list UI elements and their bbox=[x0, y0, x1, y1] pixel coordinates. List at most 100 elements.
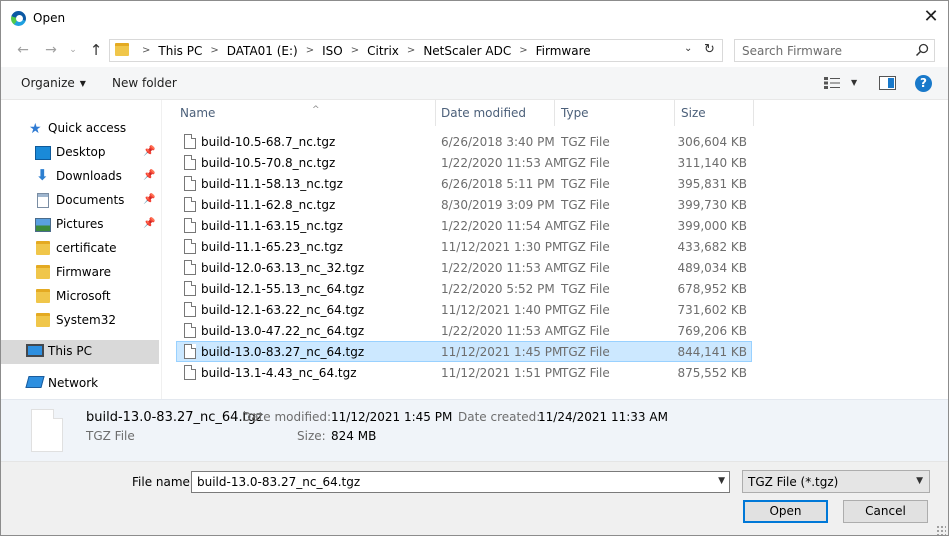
sidebar-item-microsoft[interactable]: Microsoft bbox=[1, 285, 159, 309]
address-bar[interactable]: > This PC > DATA01 (E:) > ISO > Citrix >… bbox=[109, 39, 723, 62]
preview-pane-icon[interactable] bbox=[879, 76, 896, 90]
navigation-pane: ★ Quick access Desktop 📌 ⬇ Downloads 📌 D… bbox=[1, 100, 161, 399]
file-icon bbox=[184, 302, 196, 317]
chevron-down-icon[interactable]: ⌄ bbox=[684, 43, 692, 54]
file-date-modified: 1/22/2020 5:52 PM bbox=[441, 282, 555, 296]
file-type: TGZ File bbox=[561, 282, 610, 296]
star-icon: ★ bbox=[29, 121, 42, 137]
breadcrumb: > This PC > DATA01 (E:) > ISO > Citrix >… bbox=[134, 42, 591, 59]
sidebar-item-this-pc[interactable]: This PC bbox=[1, 340, 159, 364]
file-name: build-13.1-4.43_nc_64.tgz bbox=[201, 366, 357, 380]
details-created-value: 11/24/2021 11:33 AM bbox=[538, 410, 668, 424]
file-type: TGZ File bbox=[561, 324, 610, 338]
file-size: 769,206 KB bbox=[677, 324, 747, 338]
help-icon[interactable]: ? bbox=[915, 75, 932, 92]
open-dialog: Open ✕ ← → ⌄ ↑ > This PC > DATA01 (E:) >… bbox=[0, 0, 949, 536]
file-large-icon bbox=[31, 409, 63, 452]
file-type-value: TGZ File (*.tgz) bbox=[748, 475, 839, 489]
file-name: build-11.1-63.15_nc.tgz bbox=[201, 219, 343, 233]
chevron-right-icon[interactable]: > bbox=[351, 45, 359, 56]
up-icon[interactable]: ↑ bbox=[87, 41, 105, 59]
view-options-icon[interactable] bbox=[824, 77, 840, 89]
file-type: TGZ File bbox=[561, 156, 610, 170]
pictures-icon bbox=[35, 218, 51, 232]
chevron-right-icon[interactable]: > bbox=[407, 45, 415, 56]
cancel-button[interactable]: Cancel bbox=[843, 500, 928, 523]
chevron-down-icon[interactable]: ▼ bbox=[718, 476, 725, 486]
file-row[interactable]: build-12.1-55.13_nc_64.tgz 1/22/2020 5:5… bbox=[176, 278, 752, 299]
column-header-label: Name bbox=[180, 106, 216, 120]
file-row[interactable]: build-13.0-47.22_nc_64.tgz 1/22/2020 11:… bbox=[176, 320, 752, 341]
file-type-select[interactable]: TGZ File (*.tgz) ▼ bbox=[742, 470, 930, 493]
desktop-icon bbox=[35, 146, 51, 160]
file-name: build-11.1-62.8_nc.tgz bbox=[201, 198, 336, 212]
file-row[interactable]: build-12.0-63.13_nc_32.tgz 1/22/2020 11:… bbox=[176, 257, 752, 278]
sidebar-item-documents[interactable]: Documents 📌 bbox=[1, 189, 159, 213]
pin-icon[interactable]: 📌 bbox=[143, 146, 155, 157]
back-icon[interactable]: ← bbox=[14, 41, 32, 59]
file-row[interactable]: build-12.1-63.22_nc_64.tgz 11/12/2021 1:… bbox=[176, 299, 752, 320]
chevron-right-icon: > bbox=[142, 45, 151, 56]
new-folder-button[interactable]: New folder bbox=[112, 76, 177, 90]
column-divider[interactable] bbox=[753, 100, 754, 126]
chevron-right-icon[interactable]: > bbox=[306, 45, 314, 56]
sidebar-item-label: System32 bbox=[56, 313, 117, 327]
this-pc-icon bbox=[26, 344, 44, 357]
file-size: 399,730 KB bbox=[677, 198, 747, 212]
column-header-size[interactable]: Size bbox=[675, 100, 753, 126]
file-type: TGZ File bbox=[561, 261, 610, 275]
file-name-input[interactable]: build-13.0-83.27_nc_64.tgz ▼ bbox=[191, 471, 730, 493]
column-header-name[interactable]: Name ^ bbox=[174, 100, 435, 126]
column-header-type[interactable]: Type bbox=[555, 100, 674, 126]
details-modified-label: Date modified: bbox=[242, 410, 332, 424]
file-row[interactable]: build-10.5-68.7_nc.tgz 6/26/2018 3:40 PM… bbox=[176, 131, 752, 152]
chevron-down-icon: ▼ bbox=[79, 79, 86, 88]
breadcrumb-this-pc[interactable]: This PC bbox=[158, 44, 202, 58]
file-name: build-13.0-83.27_nc_64.tgz bbox=[201, 345, 365, 359]
file-row[interactable]: build-11.1-62.8_nc.tgz 8/30/2019 3:09 PM… bbox=[176, 194, 752, 215]
forward-icon[interactable]: → bbox=[42, 41, 60, 59]
file-icon bbox=[184, 281, 196, 296]
breadcrumb-citrix[interactable]: Citrix bbox=[367, 44, 399, 58]
sidebar-item-label: Desktop bbox=[56, 145, 106, 159]
open-button[interactable]: Open bbox=[743, 500, 828, 523]
downloads-icon: ⬇ bbox=[36, 166, 49, 184]
pin-icon[interactable]: 📌 bbox=[143, 218, 155, 229]
sidebar-item-quick-access[interactable]: ★ Quick access bbox=[1, 117, 159, 141]
file-row[interactable]: build-11.1-63.15_nc.tgz 1/22/2020 11:54 … bbox=[176, 215, 752, 236]
file-row[interactable]: build-11.1-58.13_nc.tgz 6/26/2018 5:11 P… bbox=[176, 173, 752, 194]
breadcrumb-data01[interactable]: DATA01 (E:) bbox=[227, 44, 298, 58]
sidebar-item-downloads[interactable]: ⬇ Downloads 📌 bbox=[1, 165, 159, 189]
refresh-icon[interactable]: ↻ bbox=[704, 42, 715, 57]
chevron-right-icon[interactable]: > bbox=[210, 45, 218, 56]
close-icon[interactable]: ✕ bbox=[920, 7, 942, 29]
chevron-right-icon[interactable]: > bbox=[519, 45, 527, 56]
search-input[interactable]: Search Firmware bbox=[734, 39, 935, 62]
sidebar-item-pictures[interactable]: Pictures 📌 bbox=[1, 213, 159, 237]
file-name: build-10.5-70.8_nc.tgz bbox=[201, 156, 336, 170]
file-icon bbox=[184, 239, 196, 254]
folder-icon bbox=[36, 313, 50, 327]
file-row[interactable]: build-11.1-65.23_nc.tgz 11/12/2021 1:30 … bbox=[176, 236, 752, 257]
chevron-down-icon[interactable]: ▼ bbox=[851, 78, 857, 87]
sidebar-item-system32[interactable]: System32 bbox=[1, 309, 159, 333]
file-row[interactable]: build-13.1-4.43_nc_64.tgz 11/12/2021 1:5… bbox=[176, 362, 752, 383]
folder-icon bbox=[36, 289, 50, 303]
resize-grip-icon[interactable] bbox=[936, 525, 946, 535]
pin-icon[interactable]: 📌 bbox=[143, 194, 155, 205]
sidebar-item-desktop[interactable]: Desktop 📌 bbox=[1, 141, 159, 165]
toolbar: Organize ▼ New folder ▼ ? bbox=[1, 67, 948, 100]
sidebar-item-label: Firmware bbox=[56, 265, 111, 279]
breadcrumb-netscaler-adc[interactable]: NetScaler ADC bbox=[423, 44, 511, 58]
file-row[interactable]: build-10.5-70.8_nc.tgz 1/22/2020 11:53 A… bbox=[176, 152, 752, 173]
pin-icon[interactable]: 📌 bbox=[143, 170, 155, 181]
file-row-selected[interactable]: build-13.0-83.27_nc_64.tgz 11/12/2021 1:… bbox=[176, 341, 752, 362]
breadcrumb-iso[interactable]: ISO bbox=[322, 44, 343, 58]
sidebar-item-firmware[interactable]: Firmware bbox=[1, 261, 159, 285]
sidebar-item-certificate[interactable]: certificate bbox=[1, 237, 159, 261]
recent-locations-icon[interactable]: ⌄ bbox=[64, 41, 82, 59]
organize-button[interactable]: Organize ▼ bbox=[21, 76, 86, 90]
sidebar-item-network[interactable]: Network bbox=[1, 372, 159, 396]
breadcrumb-firmware[interactable]: Firmware bbox=[536, 44, 591, 58]
column-header-date-modified[interactable]: Date modified bbox=[435, 100, 554, 126]
